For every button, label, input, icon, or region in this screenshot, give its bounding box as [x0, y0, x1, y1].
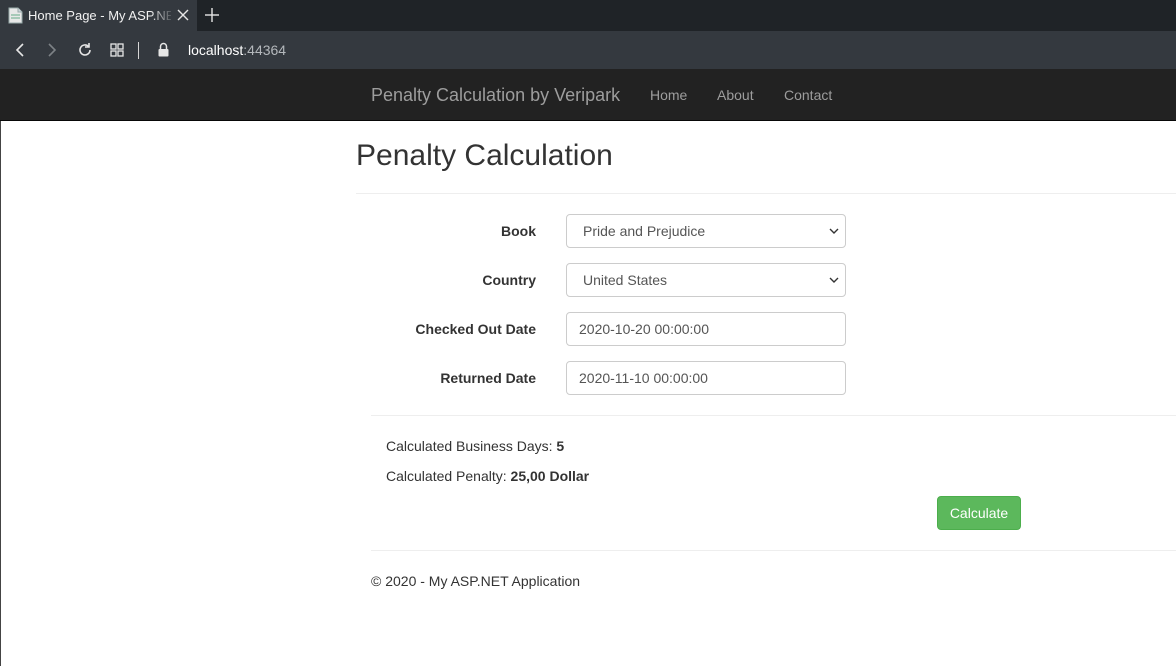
address-input[interactable]: localhost:44364: [188, 42, 286, 58]
title-divider: [356, 193, 1176, 194]
footer-divider: [371, 550, 1176, 551]
country-select[interactable]: United States: [566, 263, 846, 297]
checkout-date-label: Checked Out Date: [415, 321, 536, 337]
browser-toolbar: localhost:44364: [0, 31, 1176, 69]
nav-link-home[interactable]: Home: [650, 87, 687, 103]
chevron-down-icon: [829, 228, 839, 234]
returned-date-input[interactable]: 2020-11-10 00:00:00: [566, 361, 846, 395]
tab-title-fade: [150, 4, 175, 26]
close-icon[interactable]: [176, 8, 190, 22]
forward-icon[interactable]: [43, 41, 61, 59]
nav-link-about[interactable]: About: [717, 87, 754, 103]
checkout-date-input[interactable]: 2020-10-20 00:00:00: [566, 312, 846, 346]
business-days-result: Calculated Business Days: 5: [386, 438, 564, 454]
page-title: Penalty Calculation: [356, 139, 613, 172]
browser-tab[interactable]: Home Page - My ASP.NET Application: [0, 0, 197, 31]
country-label: Country: [482, 272, 536, 288]
grid-icon[interactable]: [108, 41, 126, 59]
penalty-label: Calculated Penalty:: [386, 468, 507, 484]
browser-tabstrip: Home Page - My ASP.NET Application: [0, 0, 1176, 31]
calculate-button[interactable]: Calculate: [937, 496, 1021, 530]
country-select-value: United States: [583, 272, 668, 288]
toolbar-separator: [138, 42, 139, 59]
page-edge: [0, 121, 1, 666]
business-days-label: Calculated Business Days:: [386, 438, 553, 454]
business-days-value: 5: [556, 438, 565, 454]
back-icon[interactable]: [11, 41, 29, 59]
nav-link-contact[interactable]: Contact: [784, 87, 832, 103]
site-navbar: Penalty Calculation by Veripark Home Abo…: [0, 69, 1176, 121]
returned-date-label: Returned Date: [440, 370, 536, 386]
book-select-value: Pride and Prejudice: [583, 223, 706, 239]
lock-icon[interactable]: [157, 42, 170, 57]
document-icon: [8, 7, 23, 24]
book-label: Book: [501, 223, 536, 239]
book-select[interactable]: Pride and Prejudice: [566, 214, 846, 248]
form-divider: [371, 415, 1176, 416]
penalty-result: Calculated Penalty: 25,00 Dollar: [386, 468, 589, 484]
reload-icon[interactable]: [76, 41, 94, 59]
url-port: :44364: [243, 42, 287, 58]
footer-text: © 2020 - My ASP.NET Application: [371, 573, 581, 589]
chevron-down-icon: [829, 277, 839, 283]
plus-icon[interactable]: [204, 7, 220, 23]
navbar-brand[interactable]: Penalty Calculation by Veripark: [371, 85, 620, 106]
penalty-value: 25,00 Dollar: [510, 468, 590, 484]
url-host: localhost: [188, 42, 244, 58]
